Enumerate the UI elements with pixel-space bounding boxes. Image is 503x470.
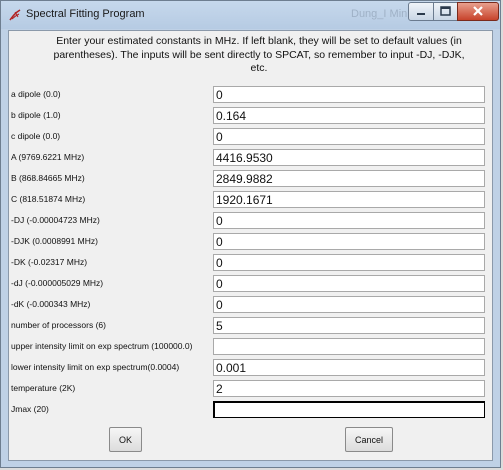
app-window: Spectral Fitting Program Dung_I Min Ver … <box>0 0 501 468</box>
label-dk: -DK (-0.02317 MHz) <box>11 257 88 267</box>
b-dipole-input[interactable] <box>213 107 485 124</box>
tk-feather-icon <box>9 9 21 21</box>
c-dipole-input[interactable] <box>213 128 485 145</box>
dialog-body: Enter your estimated constants in MHz. I… <box>8 30 493 461</box>
small-dj-input[interactable] <box>213 275 485 292</box>
label-processors: number of processors (6) <box>11 320 106 330</box>
djk-input[interactable] <box>213 233 485 250</box>
maximize-button[interactable] <box>433 2 458 21</box>
processors-input[interactable] <box>213 317 485 334</box>
label-c-dipole: c dipole (0.0) <box>11 131 61 141</box>
a-dipole-input[interactable] <box>213 86 485 103</box>
dk-input[interactable] <box>213 254 485 271</box>
a-constant-input[interactable] <box>213 149 485 166</box>
close-icon <box>473 6 483 16</box>
label-c-constant: C (818.51874 MHz) <box>11 194 86 204</box>
jmax-input[interactable] <box>213 401 485 418</box>
minimize-button[interactable] <box>408 2 434 21</box>
label-temperature: temperature (2K) <box>11 383 76 393</box>
upper-intensity-input[interactable] <box>213 338 485 355</box>
label-upper-intensity: upper intensity limit on exp spectrum (1… <box>11 341 193 351</box>
label-small-dk: -dK (-0.000343 MHz) <box>11 299 91 309</box>
ok-button[interactable]: OK <box>109 427 142 452</box>
label-a-dipole: a dipole (0.0) <box>11 89 61 99</box>
label-djk: -DJK (0.0008991 MHz) <box>11 236 98 246</box>
label-a-constant: A (9769.6221 MHz) <box>11 152 85 162</box>
label-jmax: Jmax (20) <box>11 404 49 414</box>
label-small-dj: -dJ (-0.000005029 MHz) <box>11 278 104 288</box>
instructions-text: Enter your estimated constants in MHz. I… <box>53 35 465 74</box>
lower-intensity-input[interactable] <box>213 359 485 376</box>
label-b-constant: B (868.84665 MHz) <box>11 173 85 183</box>
b-constant-input[interactable] <box>213 170 485 187</box>
temperature-input[interactable] <box>213 380 485 397</box>
dj-input[interactable] <box>213 212 485 229</box>
close-button[interactable] <box>457 2 499 21</box>
window-title: Spectral Fitting Program <box>26 8 145 20</box>
small-dk-input[interactable] <box>213 296 485 313</box>
label-b-dipole: b dipole (1.0) <box>11 110 61 120</box>
cancel-button[interactable]: Cancel <box>345 427 393 452</box>
maximize-icon <box>440 6 451 16</box>
minimize-icon <box>417 13 425 15</box>
title-bar[interactable]: Spectral Fitting Program Dung_I Min Ver <box>1 1 500 29</box>
label-lower-intensity: lower intensity limit on exp spectrum(0.… <box>11 362 180 372</box>
label-dj: -DJ (-0.00004723 MHz) <box>11 215 100 225</box>
c-constant-input[interactable] <box>213 191 485 208</box>
